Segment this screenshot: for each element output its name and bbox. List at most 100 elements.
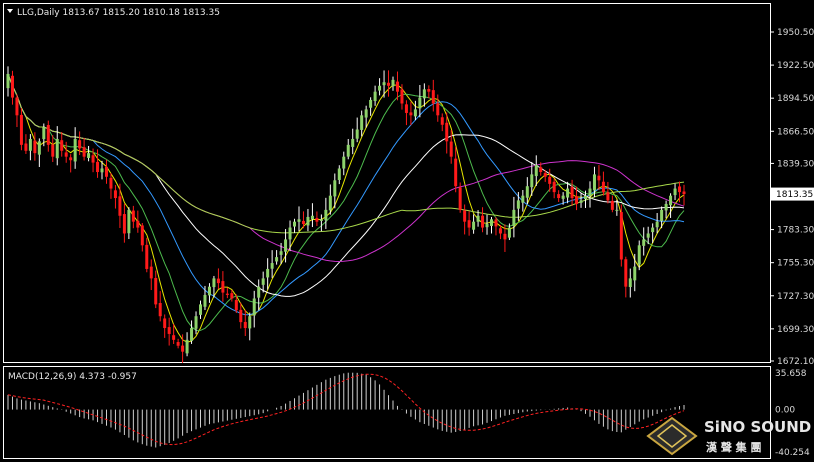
candle-body	[216, 278, 220, 284]
candle-body	[431, 90, 435, 104]
candle-body	[118, 196, 122, 216]
candle-body	[642, 239, 646, 246]
candle-body	[275, 257, 279, 262]
candle-body	[548, 176, 552, 184]
candle-body	[472, 221, 476, 230]
candle-body	[512, 209, 516, 226]
candle-body	[73, 138, 77, 162]
trading-chart: LLG,Daily 1813.67 1815.20 1810.18 1813.3…	[0, 0, 814, 462]
candle-body	[342, 156, 346, 169]
candle-body	[539, 167, 543, 173]
candle-body	[42, 127, 46, 140]
candle-body	[337, 168, 341, 180]
candle-body	[104, 166, 108, 177]
candle-body	[257, 286, 261, 298]
candle-body	[225, 293, 229, 295]
candle-body	[601, 181, 605, 193]
candle-body	[60, 140, 64, 151]
candle-body	[476, 215, 480, 222]
candle-body	[10, 75, 14, 98]
candle-body	[87, 153, 91, 158]
brand-cjk: 漢 聲 集 團	[706, 440, 762, 454]
candle-body	[194, 316, 198, 329]
candle-body	[284, 239, 288, 252]
candle-body	[100, 168, 104, 173]
candle-body	[346, 144, 350, 157]
candle-body	[91, 155, 95, 163]
symbol-header: LLG,Daily 1813.67 1815.20 1810.18 1813.3…	[17, 8, 220, 18]
candle-body	[230, 293, 234, 299]
candle-body	[669, 195, 673, 206]
candle-body	[297, 219, 301, 222]
candle-body	[561, 195, 565, 199]
candle-body	[485, 224, 489, 228]
candle-body	[382, 82, 386, 86]
candle-body	[172, 335, 176, 340]
candle-body	[149, 266, 153, 279]
candle-body	[552, 181, 556, 193]
candle-body	[252, 298, 256, 316]
candle-body	[333, 180, 337, 197]
candle-body	[633, 266, 637, 281]
candle-body	[404, 104, 408, 113]
candle-body	[51, 144, 55, 157]
candle-body	[395, 81, 399, 92]
candle-body	[458, 187, 462, 210]
candle-body	[293, 221, 297, 227]
brand-name: SiNO SOUND	[704, 418, 811, 436]
candle-body	[6, 73, 10, 89]
candle-body	[109, 177, 113, 189]
price-tick-label: 1839.30	[777, 159, 814, 169]
macd-tick-label: -40.254	[775, 448, 810, 458]
candle-body	[82, 147, 86, 157]
candle-body	[212, 278, 216, 288]
candle-body	[628, 278, 632, 288]
price-tick-label: 1922.50	[777, 61, 814, 71]
macd-tick-label: 0.00	[775, 406, 795, 416]
candle-body	[597, 175, 601, 181]
candle-body	[199, 304, 203, 315]
candle-body	[122, 214, 126, 234]
candle-body	[566, 188, 570, 198]
candle-body	[324, 209, 328, 221]
candle-body	[248, 316, 252, 329]
candle-body	[207, 286, 211, 296]
price-tick-label: 1866.50	[777, 127, 814, 137]
macd-tick-label: 35.658	[775, 369, 807, 379]
candle-body	[673, 188, 677, 196]
price-tick-label: 1755.30	[777, 259, 814, 269]
candle-body	[185, 339, 189, 354]
candle-body	[373, 91, 377, 101]
candle-body	[46, 124, 50, 145]
candle-body	[651, 227, 655, 233]
candle-body	[494, 219, 498, 227]
candle-body	[243, 321, 247, 329]
candle-body	[678, 186, 682, 193]
candle-body	[19, 114, 23, 145]
candle-body	[28, 138, 32, 151]
candle-body	[203, 294, 207, 307]
candle-body	[579, 200, 583, 203]
candle-body	[449, 141, 453, 157]
candle-body	[637, 245, 641, 265]
candle-body	[33, 140, 37, 154]
candle-body	[96, 161, 100, 173]
candle-body	[15, 97, 19, 116]
candle-body	[503, 233, 507, 240]
candle-body	[176, 342, 180, 346]
current-price-marker: 1813.35	[771, 187, 814, 201]
candle-body	[467, 220, 471, 228]
candle-body	[440, 117, 444, 125]
candle-body	[360, 115, 364, 130]
candle-body	[516, 200, 520, 209]
candle-body	[489, 219, 493, 226]
price-tick-label: 1672.10	[777, 357, 814, 367]
candle-body	[387, 82, 391, 86]
candle-body	[615, 209, 619, 211]
price-tick-label: 1950.50	[777, 28, 814, 38]
candle-body	[145, 244, 149, 269]
candle-body	[64, 152, 68, 157]
price-tick-label: 1783.30	[777, 226, 814, 236]
candle-body	[391, 79, 395, 87]
candle-body	[24, 143, 28, 151]
